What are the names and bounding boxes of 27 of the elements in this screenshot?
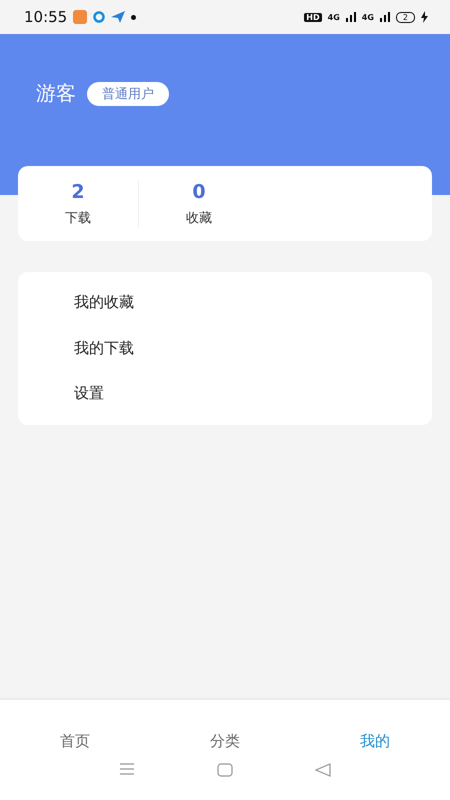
status-time: 10:55 <box>24 8 68 26</box>
home-icon[interactable] <box>217 763 233 777</box>
network-label: 4G <box>328 12 340 22</box>
signal-icon <box>380 12 390 22</box>
user-name: 游客 <box>36 80 76 107</box>
menu-item[interactable]: 我的收藏 <box>18 280 432 326</box>
dot-icon <box>131 14 136 20</box>
menu-item[interactable]: 设置 <box>18 371 432 416</box>
nav-tab[interactable]: 我的 <box>300 732 450 751</box>
stat-value: 0 <box>192 180 206 202</box>
hd-indicator: HD <box>304 12 322 22</box>
menu-icon[interactable] <box>119 763 135 775</box>
user-level-badge: 普通用户 <box>87 82 169 106</box>
paper-plane-icon <box>111 11 126 23</box>
browser-icon <box>93 11 106 23</box>
charging-icon <box>421 11 428 23</box>
network-label: 4G <box>362 12 374 22</box>
stat-label: 下载 <box>65 210 91 226</box>
app-icon <box>73 10 88 24</box>
nav-tab[interactable]: 首页 <box>0 732 150 751</box>
nav-tab[interactable]: 分类 <box>150 732 300 751</box>
battery-indicator: 2 <box>396 12 415 22</box>
stat-label: 收藏 <box>186 210 212 226</box>
signal-icon <box>346 12 356 22</box>
back-icon[interactable] <box>315 763 331 777</box>
menu-item[interactable]: 我的下载 <box>18 326 432 371</box>
stat-value: 2 <box>71 180 85 202</box>
